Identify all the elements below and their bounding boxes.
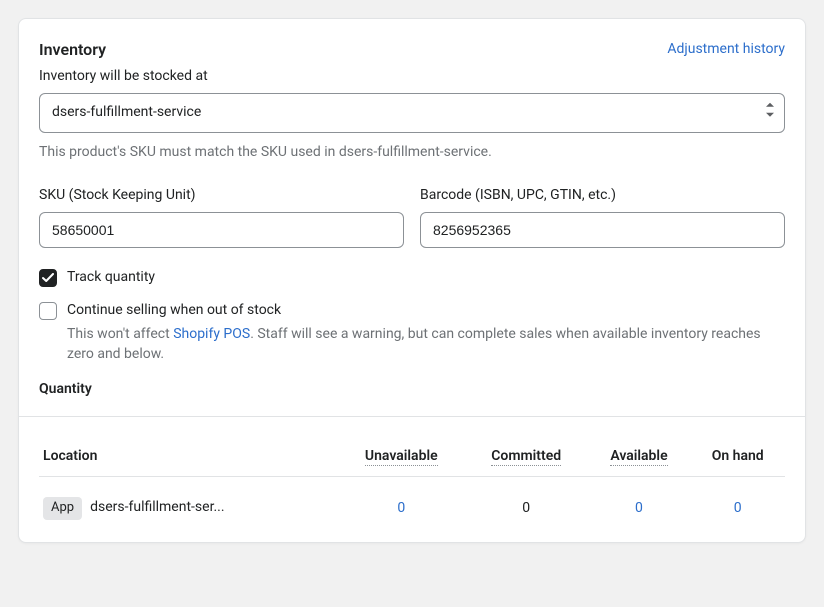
sku-match-help: This product's SKU must match the SKU us… [39,143,785,163]
sku-input[interactable] [39,212,404,248]
inventory-table: Location Unavailable Committed Available… [39,437,785,530]
available-value[interactable]: 0 [635,500,643,516]
continue-selling-help: This won't affect Shopify POS. Staff wil… [67,325,785,364]
track-quantity-checkbox[interactable] [39,269,57,287]
inventory-card: Inventory Adjustment history Inventory w… [18,18,806,543]
continue-selling-label: Continue selling when out of stock [67,301,785,321]
inventory-title: Inventory [39,39,106,61]
fulfillment-service-select[interactable]: dsers-fulfillment-service [39,93,785,133]
oversell-help-prefix: This won't affect [67,326,173,342]
col-location: Location [39,437,338,477]
on-hand-value[interactable]: 0 [734,500,742,516]
barcode-input[interactable] [420,212,785,248]
col-on-hand: On hand [690,437,785,477]
quantity-heading: Quantity [39,380,785,400]
barcode-label: Barcode (ISBN, UPC, GTIN, etc.) [420,186,785,206]
shopify-pos-link[interactable]: Shopify POS [173,326,250,342]
table-row: App dsers-fulfillment-ser... 0 0 0 0 [39,477,785,530]
track-quantity-label: Track quantity [67,268,155,288]
committed-value: 0 [522,500,530,516]
location-cell: App dsers-fulfillment-ser... [39,477,338,530]
checkmark-icon [42,273,54,283]
continue-selling-checkbox[interactable] [39,302,57,320]
col-committed[interactable]: Committed [465,437,588,477]
stocked-at-label: Inventory will be stocked at [39,67,785,87]
location-name: dsers-fulfillment-ser... [90,499,224,515]
unavailable-value[interactable]: 0 [397,500,405,516]
adjustment-history-link[interactable]: Adjustment history [667,40,785,60]
sku-label: SKU (Stock Keeping Unit) [39,186,404,206]
col-available[interactable]: Available [588,437,691,477]
app-badge: App [43,497,82,519]
col-unavailable[interactable]: Unavailable [338,437,465,477]
